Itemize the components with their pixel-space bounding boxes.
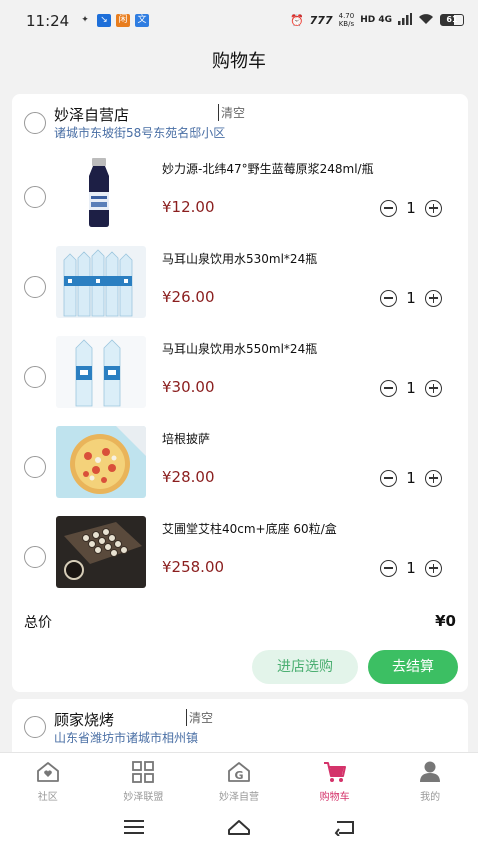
tab-community[interactable]: 社区 [0, 753, 96, 804]
alarm-icon: ⏰ [289, 13, 304, 27]
quantity-stepper: 1 [380, 289, 442, 307]
cart-item: 培根披萨 ¥28.00 1 [12, 426, 468, 516]
store-card: 妙泽自营店 清空 诸城市东坡街58号东苑名邸小区 妙力源-北纬47°野生蓝莓原浆… [12, 94, 468, 692]
item-price: ¥28.00 [162, 468, 215, 486]
item-title: 马耳山泉饮用水550ml*24瓶 [162, 342, 318, 356]
product-image[interactable] [56, 246, 146, 318]
network-type: HD 4G [360, 15, 392, 25]
tab-cart[interactable]: 购物车 [287, 753, 383, 804]
item-select-radio[interactable] [24, 186, 46, 208]
quantity-stepper: 1 [380, 469, 442, 487]
product-image[interactable] [56, 516, 146, 588]
cart-item: 妙力源-北纬47°野生蓝莓原浆248ml/瓶 ¥12.00 1 [12, 156, 468, 246]
home-icon[interactable] [227, 818, 251, 836]
grid-icon [130, 760, 156, 784]
tab-label: 社区 [37, 792, 58, 803]
tab-label: 我的 [420, 792, 441, 803]
store-card: 顾家烧烤 清空 山东省潍坊市诸城市相州镇 [12, 699, 468, 759]
decrease-quantity-button[interactable] [380, 289, 397, 307]
store-select-radio[interactable] [24, 112, 46, 134]
item-select-radio[interactable] [24, 546, 46, 568]
store-g-icon: G [226, 760, 252, 784]
product-image[interactable] [56, 156, 146, 228]
back-icon[interactable] [333, 818, 357, 837]
wifi-icon [418, 13, 434, 28]
item-price: ¥12.00 [162, 198, 215, 216]
item-title: 艾圃堂艾柱40cm+底座 60粒/盒 [162, 522, 337, 536]
tab-label: 妙泽自营 [218, 792, 259, 803]
battery-icon: 61 [440, 14, 464, 26]
store-select-radio[interactable] [24, 716, 46, 738]
status-bar: 11:24 ✦ ↘ 闲 文 ⏰ 777 4.70 KB/s HD 4G 61 [0, 0, 478, 40]
decrease-quantity-button[interactable] [380, 559, 397, 577]
app-notification-icon: 文 [135, 14, 149, 27]
tab-mine[interactable]: 我的 [382, 753, 478, 804]
increase-quantity-button[interactable] [425, 559, 442, 577]
network-speed: 4.70 KB/s [338, 12, 355, 28]
app-notification-icon: ↘ [97, 14, 111, 27]
bottom-tab-bar: 社区 妙泽联盟 G 妙泽自营 购物车 我的 [0, 752, 478, 804]
item-select-radio[interactable] [24, 456, 46, 478]
tab-label: 购物车 [319, 792, 350, 803]
checkout-button[interactable]: 去结算 [368, 650, 458, 684]
status-right: ⏰ 777 4.70 KB/s HD 4G 61 [290, 12, 464, 28]
quantity-value: 1 [406, 559, 416, 577]
wechat-icon: ✦ [81, 15, 89, 25]
item-title: 马耳山泉饮用水530ml*24瓶 [162, 252, 318, 266]
tab-label: 妙泽联盟 [123, 792, 164, 803]
quantity-value: 1 [406, 199, 416, 217]
quantity-value: 1 [406, 289, 416, 307]
increase-quantity-button[interactable] [425, 289, 442, 307]
item-title: 培根披萨 [162, 432, 211, 446]
store-address: 山东省潍坊市诸城市相州镇 [54, 731, 199, 745]
item-select-radio[interactable] [24, 366, 46, 388]
increase-quantity-button[interactable] [425, 469, 442, 487]
decrease-quantity-button[interactable] [380, 199, 397, 217]
cart-item: 艾圃堂艾柱40cm+底座 60粒/盒 ¥258.00 1 [12, 516, 468, 606]
product-image[interactable] [56, 336, 146, 408]
status-time: 11:24 [26, 12, 70, 30]
decrease-quantity-button[interactable] [380, 469, 397, 487]
store-address: 诸城市东坡街58号东苑名邸小区 [54, 126, 226, 140]
decrease-quantity-button[interactable] [380, 379, 397, 397]
total-label: 总价 [24, 615, 52, 631]
page-title: 购物车 [212, 51, 266, 72]
quantity-stepper: 1 [380, 379, 442, 397]
tab-alliance[interactable]: 妙泽联盟 [96, 753, 192, 804]
user-icon [417, 760, 443, 784]
cart-item: 马耳山泉饮用水550ml*24瓶 ¥30.00 1 [12, 336, 468, 426]
app-notification-icon: 闲 [116, 14, 130, 27]
cart-item: 马耳山泉饮用水530ml*24瓶 ¥26.00 1 [12, 246, 468, 336]
nfc-icon: 777 [309, 13, 333, 27]
store-name: 顾家烧烤 [54, 711, 115, 729]
signal-icon [398, 12, 412, 28]
store-name: 妙泽自营店 [54, 106, 130, 124]
increase-quantity-button[interactable] [425, 199, 442, 217]
total-value: ¥0 [435, 612, 456, 630]
item-price: ¥26.00 [162, 288, 215, 306]
home-heart-icon [35, 760, 61, 784]
tab-self-operated[interactable]: G 妙泽自营 [191, 753, 287, 804]
clear-store-button[interactable]: 清空 [218, 104, 245, 121]
menu-icon[interactable] [122, 818, 146, 836]
quantity-stepper: 1 [380, 199, 442, 217]
quantity-value: 1 [406, 379, 416, 397]
system-nav-bar [0, 804, 478, 850]
quantity-stepper: 1 [380, 559, 442, 577]
cart-icon [322, 760, 348, 784]
status-notification-icons: ✦ ↘ 闲 文 [78, 14, 149, 27]
clear-store-button[interactable]: 清空 [186, 709, 213, 726]
increase-quantity-button[interactable] [425, 379, 442, 397]
quantity-value: 1 [406, 469, 416, 487]
product-image[interactable] [56, 426, 146, 498]
item-select-radio[interactable] [24, 276, 46, 298]
svg-text:G: G [234, 769, 243, 782]
visit-store-button[interactable]: 进店选购 [252, 650, 358, 684]
item-price: ¥30.00 [162, 378, 215, 396]
item-price: ¥258.00 [162, 558, 225, 576]
item-title: 妙力源-北纬47°野生蓝莓原浆248ml/瓶 [162, 162, 374, 176]
